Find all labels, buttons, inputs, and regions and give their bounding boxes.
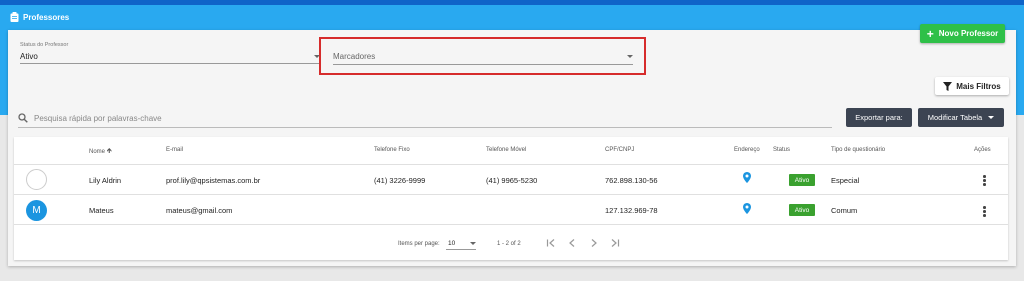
last-page-icon[interactable]	[610, 238, 620, 248]
column-header-address[interactable]: Endereço	[734, 147, 760, 153]
row-phone: (41) 3226-9999	[374, 176, 426, 185]
column-header-actions: Ações	[974, 147, 991, 153]
modify-table-label: Modificar Tabela	[927, 113, 983, 122]
column-header-phone[interactable]: Telefone Fixo	[374, 147, 410, 153]
map-pin-icon[interactable]	[743, 203, 751, 214]
status-select-label: Status do Professor	[20, 42, 69, 48]
row-mobile: (41) 9965-5230	[486, 176, 538, 185]
caret-down-icon	[988, 116, 995, 119]
modify-table-button[interactable]: Modificar Tabela	[918, 108, 1004, 127]
new-professor-label: Novo Professor	[938, 29, 999, 38]
column-header-name[interactable]: Nome 🡹	[89, 147, 112, 158]
row-divider	[14, 194, 1008, 195]
column-header-status[interactable]: Status	[773, 147, 790, 153]
header-divider	[14, 164, 1008, 165]
row-email: prof.lily@qpsistemas.com.br	[166, 176, 261, 185]
row-cpf: 127.132.969-78	[605, 206, 658, 215]
search-icon	[18, 113, 28, 123]
filter-icon	[943, 81, 953, 91]
more-filters-label: Mais Filtros	[956, 81, 1001, 91]
new-professor-button[interactable]: + Novo Professor	[920, 24, 1005, 43]
avatar	[26, 169, 47, 190]
export-button[interactable]: Exportar para:	[846, 108, 912, 127]
arrow-up-icon: 🡹	[106, 148, 112, 155]
row-type: Especial	[831, 176, 860, 185]
chevron-down-icon	[627, 55, 633, 58]
row-type: Comum	[831, 206, 858, 215]
search-input[interactable]: Pesquisa rápida por palavras-chave	[18, 110, 832, 128]
clipboard-icon	[10, 12, 19, 22]
plus-icon: +	[926, 26, 934, 41]
row-name: Mateus	[89, 206, 114, 215]
status-select[interactable]: Status do Professor Ativo	[20, 42, 320, 64]
chevron-down-icon	[470, 242, 476, 245]
items-per-page-label: Items per page:	[398, 241, 440, 247]
column-header-cpf[interactable]: CPF/CNPJ	[605, 147, 634, 153]
more-vert-icon[interactable]	[983, 175, 986, 186]
professors-table: Nome 🡹 E-mail Telefone Fixo Telefone Móv…	[14, 137, 1008, 260]
column-header-mobile[interactable]: Telefone Móvel	[486, 147, 526, 153]
row-email: mateus@gmail.com	[166, 206, 233, 215]
row-cpf: 762.898.130-56	[605, 176, 658, 185]
export-label: Exportar para:	[855, 113, 903, 122]
column-header-type[interactable]: Tipo de questionário	[831, 147, 885, 153]
page-title-text: Professores	[23, 12, 70, 22]
status-select-value: Ativo	[20, 52, 38, 61]
row-name: Lily Aldrin	[89, 176, 122, 185]
items-per-page-select[interactable]: 10	[446, 236, 476, 250]
search-placeholder: Pesquisa rápida por palavras-chave	[34, 114, 162, 123]
more-filters-button[interactable]: Mais Filtros	[935, 77, 1009, 95]
map-pin-icon[interactable]	[743, 172, 751, 183]
row-divider	[14, 224, 1008, 225]
status-badge: Ativo	[789, 174, 815, 186]
first-page-icon[interactable]	[546, 238, 556, 248]
markers-select[interactable]: Marcadores	[333, 48, 633, 65]
avatar: M	[26, 200, 47, 221]
next-page-icon[interactable]	[589, 238, 599, 248]
more-vert-icon[interactable]	[983, 206, 986, 217]
status-badge: Ativo	[789, 204, 815, 216]
items-per-page-value: 10	[448, 240, 456, 247]
column-header-email[interactable]: E-mail	[166, 147, 183, 153]
page-range: 1 - 2 of 2	[497, 241, 521, 247]
markers-placeholder: Marcadores	[333, 52, 376, 61]
previous-page-icon[interactable]	[567, 238, 577, 248]
page-title: Professores	[10, 12, 69, 22]
